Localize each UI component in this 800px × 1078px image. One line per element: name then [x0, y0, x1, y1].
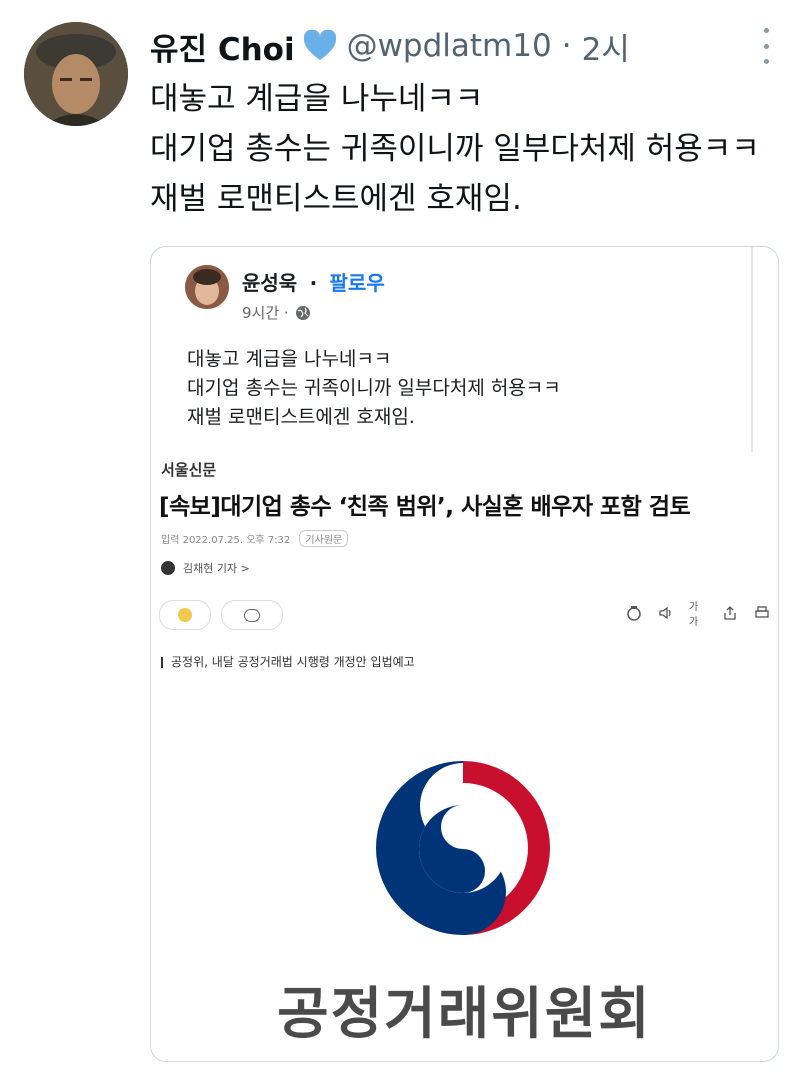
- reporter-icon: [161, 561, 175, 575]
- quoted-time: 9시간 ·: [242, 304, 289, 322]
- news-source: 서울신문: [161, 461, 217, 479]
- quoted-author: 윤성욱: [242, 271, 298, 295]
- user-handle[interactable]: @wpdlatm10: [347, 28, 552, 64]
- speaker-icon: [657, 604, 675, 622]
- subhead-bar: [161, 657, 163, 668]
- quoted-meta: 9시간 ·: [242, 302, 311, 323]
- print-icon: [753, 604, 771, 622]
- date-text: 입력 2022.07.25. 오후 7:32: [161, 535, 291, 546]
- news-headline: [속보]대기업 총수 ‘친족 범위’, 사실혼 배우자 포함 검토: [159, 494, 691, 520]
- share-icon: [721, 604, 739, 622]
- quoted-author-row: 윤성욱 · 팔로우: [242, 267, 385, 296]
- divider: [751, 247, 753, 452]
- article-tools: 가가: [625, 602, 771, 628]
- emoji-icon: [178, 608, 192, 622]
- attached-image[interactable]: 윤성욱 · 팔로우 9시간 · 대놓고 계급을 나누네ㅋㅋ 대기업 총수는 귀족…: [150, 246, 779, 1062]
- comment-icon: [244, 608, 260, 622]
- comment-button: [221, 600, 283, 630]
- tweet-time[interactable]: 2시: [582, 24, 630, 69]
- article-actions: 가가: [159, 600, 771, 630]
- globe-icon: [295, 305, 310, 320]
- more-options-icon[interactable]: [756, 28, 776, 64]
- subheadline-text: 공정위, 내달 공정거래법 시행령 개정안 입법예고: [171, 655, 415, 669]
- tweet-line: 대기업 총수는 귀족이니까 일부다처제 허용ㅋㅋ: [150, 131, 760, 167]
- tweet-line: 재벌 로맨티스트에겐 호재임.: [150, 181, 522, 217]
- profile-avatar[interactable]: [24, 22, 128, 126]
- quoted-line: 대기업 총수는 귀족이니까 일부다처제 허용ㅋㅋ: [187, 377, 561, 399]
- original-article-tag: 기사원문: [299, 530, 349, 547]
- news-date: 입력 2022.07.25. 오후 7:32 기사원문: [161, 530, 349, 547]
- reporter-name: 김채현 기자 >: [183, 562, 250, 575]
- heart-verified-icon: [303, 30, 336, 60]
- follow-label: 팔로우: [329, 271, 385, 295]
- reporter: 김채현 기자 >: [161, 560, 250, 576]
- separator: ·: [561, 28, 572, 64]
- ftc-taegeuk-logo: [376, 761, 550, 935]
- agency-name: 공정거래위원회: [277, 982, 652, 1047]
- quoted-text: 대놓고 계급을 나누네ㅋㅋ 대기업 총수는 귀족이니까 일부다처제 허용ㅋㅋ 재…: [187, 345, 747, 432]
- quoted-avatar: [185, 265, 229, 309]
- quoted-line: 재벌 로맨티스트에겐 호재임.: [187, 406, 415, 428]
- subheadline: 공정위, 내달 공정거래법 시행령 개정안 입법예고: [161, 653, 415, 670]
- tweet-header: 유진 Choi @wpdlatm10 · 2시: [150, 22, 780, 70]
- font-size-icon: 가가: [689, 602, 699, 628]
- dot: ·: [309, 271, 318, 295]
- tweet-text: 대놓고 계급을 나누네ㅋㅋ 대기업 총수는 귀족이니까 일부다처제 허용ㅋㅋ 재…: [150, 74, 790, 224]
- summary-icon: [625, 604, 643, 622]
- reaction-button: [159, 600, 211, 630]
- quoted-line: 대놓고 계급을 나누네ㅋㅋ: [187, 348, 392, 370]
- tweet-line: 대놓고 계급을 나누네ㅋㅋ: [150, 81, 484, 117]
- display-name[interactable]: 유진 Choi: [150, 24, 295, 69]
